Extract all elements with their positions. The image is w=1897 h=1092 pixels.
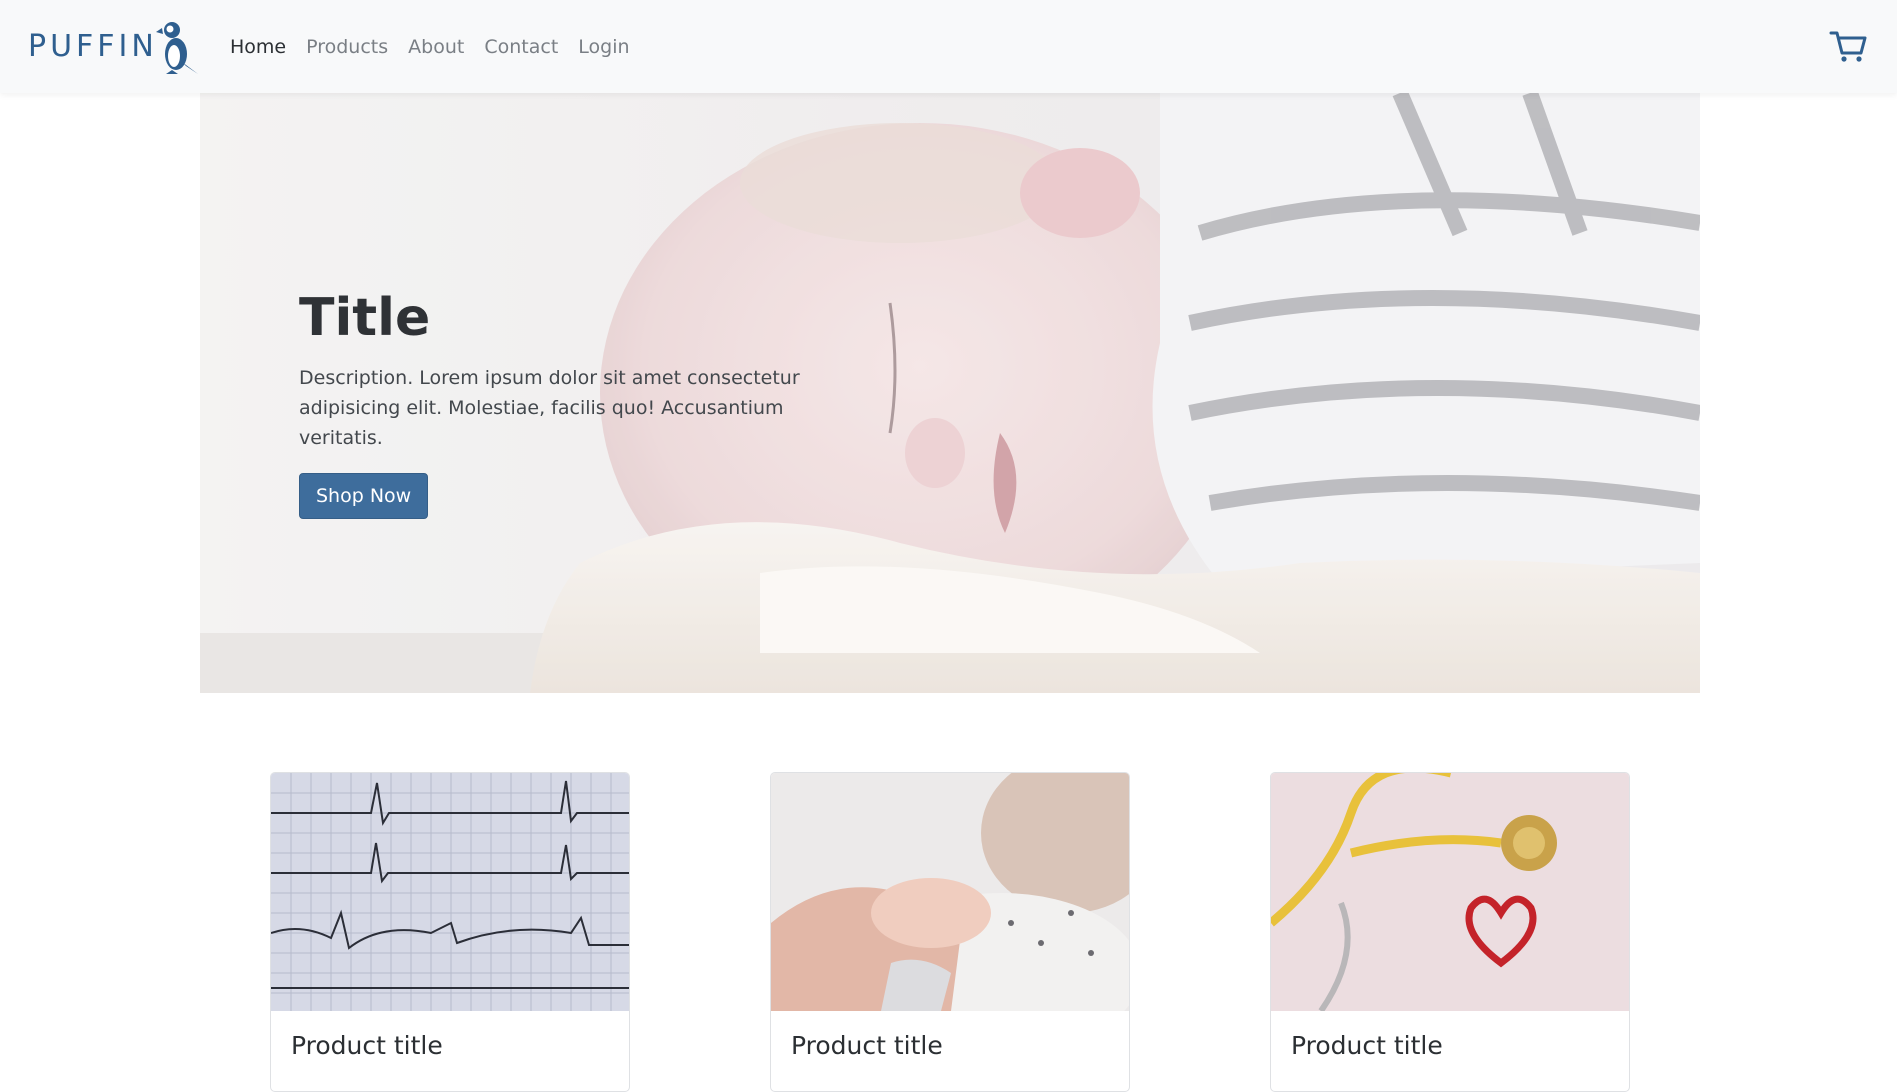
hero-banner: Title Description. Lorem ipsum dolor sit… — [200, 93, 1700, 693]
baby-hand-image — [771, 773, 1129, 1011]
hero-content: Title Description. Lorem ipsum dolor sit… — [299, 288, 819, 519]
product-title: Product title — [1291, 1031, 1443, 1060]
product-grid: Product title Product title Product titl… — [0, 772, 1897, 1092]
nav-link-login[interactable]: Login — [578, 36, 629, 58]
brand-logo[interactable]: PUFFIN — [28, 16, 204, 76]
stethoscope-heart-image — [1271, 773, 1629, 1011]
product-card[interactable]: Product title — [1270, 772, 1630, 1092]
hero-description: Description. Lorem ipsum dolor sit amet … — [299, 366, 800, 449]
nav-link-home[interactable]: Home — [230, 36, 286, 58]
nav-link-about[interactable]: About — [408, 36, 464, 58]
shop-now-button[interactable]: Shop Now — [299, 472, 429, 519]
ecg-strip-image — [271, 773, 629, 1011]
nav-link-products[interactable]: Products — [306, 36, 388, 58]
navbar: PUFFIN Home Products About Contact Login — [0, 0, 1897, 93]
hero-title: Title — [299, 288, 431, 348]
product-card[interactable]: Product title — [270, 772, 630, 1092]
cart-icon[interactable] — [1828, 28, 1868, 64]
brand-name: PUFFIN — [28, 28, 158, 64]
main-nav: Home Products About Contact Login — [230, 0, 650, 93]
product-card[interactable]: Product title — [770, 772, 1130, 1092]
product-title: Product title — [791, 1031, 943, 1060]
product-title: Product title — [291, 1031, 443, 1060]
nav-link-contact[interactable]: Contact — [484, 36, 558, 58]
puffin-bird-icon — [155, 22, 198, 74]
